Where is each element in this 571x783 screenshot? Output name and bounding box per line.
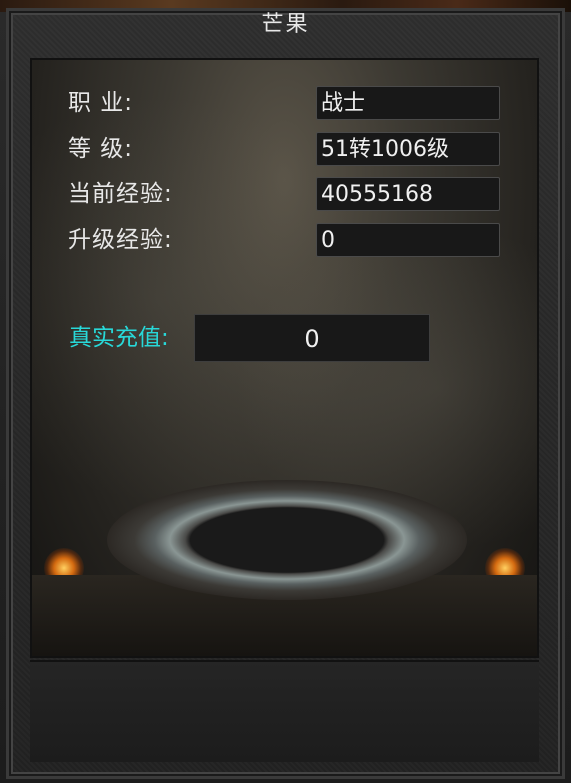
altar-ring [107,480,467,600]
class-value: 战士 [316,86,500,120]
real-recharge-label: 真实充值: [69,325,169,351]
window-frame: 芒果 职 业: 战士 等 级: 51转1006级 当前经验: 40555168 … [0,0,571,783]
upgrade-exp-value: 0 [316,223,500,257]
class-label: 职 业: [68,90,134,116]
level-value: 51转1006级 [316,132,500,166]
bottom-bar [30,660,539,762]
current-exp-label: 当前经验: [68,181,173,207]
level-label: 等 级: [68,136,134,162]
window-title: 芒果 [261,12,310,37]
upgrade-exp-label: 升级经验: [68,227,173,253]
current-exp-value: 40555168 [316,177,500,211]
real-recharge-value: 0 [194,314,430,362]
